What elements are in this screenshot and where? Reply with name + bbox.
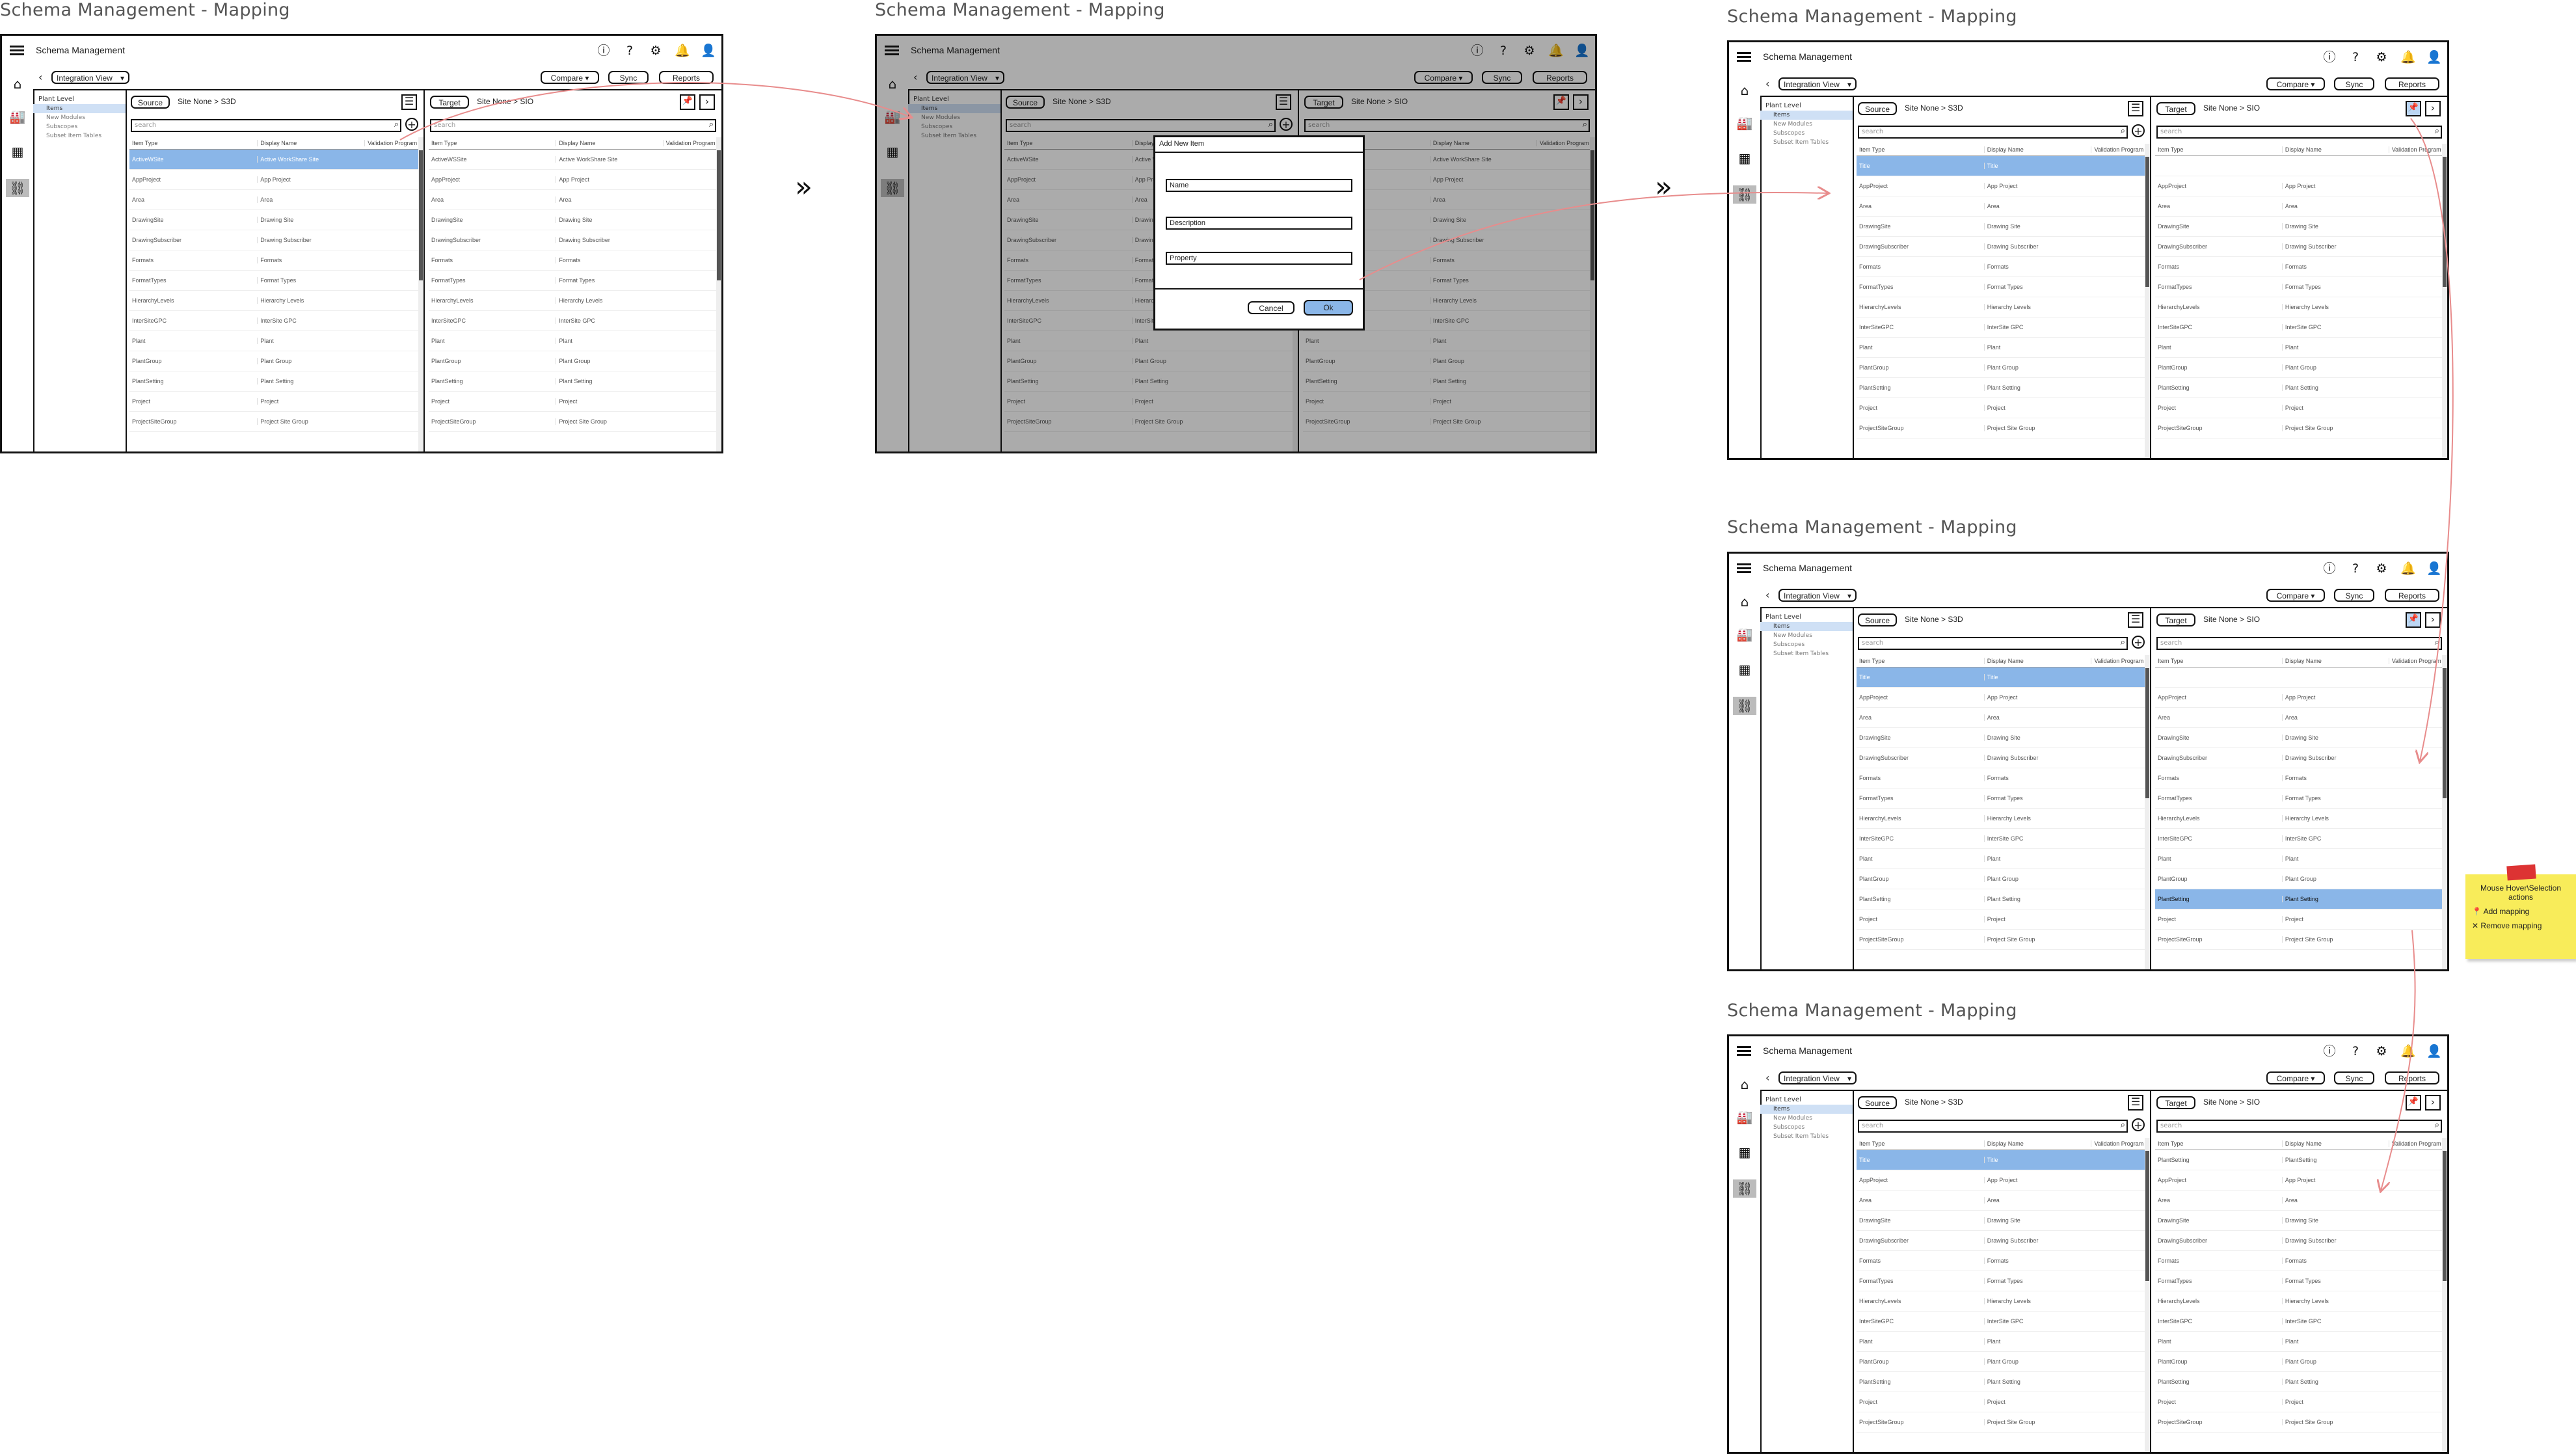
next-step-icon: » [1655,170,1672,204]
arrow-hover-to-final [2381,930,2416,1191]
arrow-add-to-dialog [399,82,911,141]
hover-actions-note: Mouse Hover\Selection actions 📍 Add mapp… [2465,864,2576,959]
arrow-dialog-to-result [1359,193,1828,280]
pin-icon: 📍 [2472,907,2482,916]
note-add: Add mapping [2483,907,2530,916]
next-step-icon: » [795,170,812,204]
note-tape [2506,864,2536,881]
close-icon: ✕ [2472,921,2479,930]
note-remove: Remove mapping [2480,921,2542,930]
flow-arrows [399,82,2454,1454]
arrow-pin-to-hover [2410,118,2454,761]
